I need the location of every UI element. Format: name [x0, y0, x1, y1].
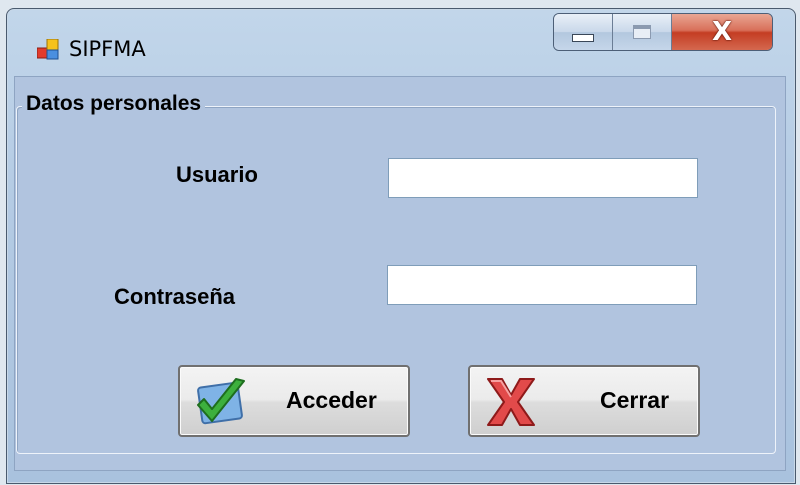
cerrar-button[interactable]: Cerrar — [468, 365, 700, 437]
title-bar[interactable]: SIPFMA X — [7, 9, 795, 85]
groupbox-title: Datos personales — [22, 92, 206, 116]
app-window-icon — [37, 39, 59, 60]
username-input[interactable] — [388, 158, 698, 198]
maximize-button[interactable] — [613, 14, 672, 50]
window-title: SIPFMA — [69, 37, 146, 61]
close-icon: X — [711, 17, 733, 47]
username-label: Usuario — [176, 162, 258, 187]
minimize-icon — [572, 34, 594, 42]
cerrar-label: Cerrar — [600, 387, 670, 413]
password-input[interactable] — [387, 265, 697, 305]
maximize-icon — [633, 25, 651, 39]
minimize-button[interactable] — [554, 14, 613, 50]
close-window-button[interactable]: X — [672, 14, 772, 50]
password-label: Contraseña — [114, 284, 236, 309]
window-controls: X — [553, 13, 773, 51]
acceder-button[interactable]: Acceder — [178, 365, 410, 437]
checkmark-icon — [197, 378, 245, 425]
red-x-icon — [487, 378, 535, 426]
acceder-label: Acceder — [286, 387, 377, 413]
